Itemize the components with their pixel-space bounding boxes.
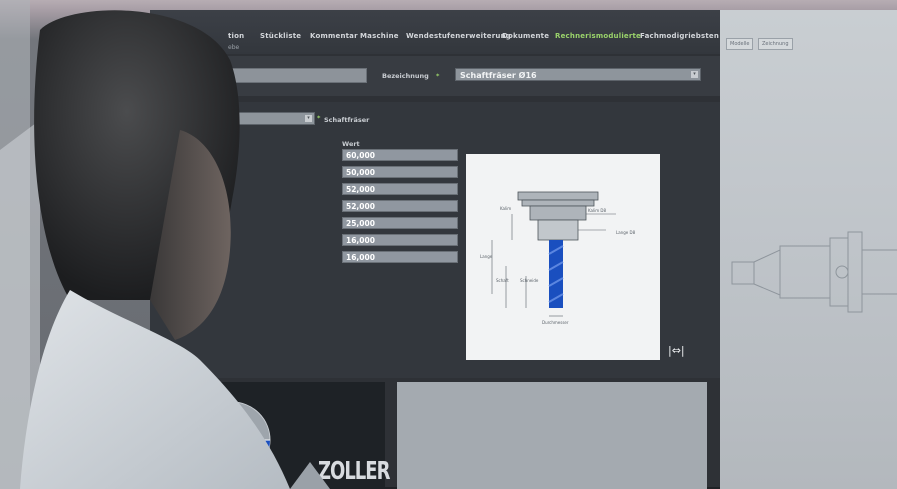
holder-nose [537, 219, 579, 241]
end-mill-drawing: Kalim Kalim D8 Lange D8 Lange Schaft Sch… [480, 191, 636, 325]
menu-subline: ebe [228, 44, 240, 51]
param-value-field[interactable]: 25,000 [342, 217, 458, 229]
menu-bar: tion Stückliste Kommentar Maschine Wende… [150, 10, 720, 54]
type-select[interactable]: ▾ [205, 112, 315, 125]
required-marker: * [436, 72, 440, 80]
label-kalim-d8: Kalim D8 [588, 208, 606, 213]
designation-label: Bezeichnung [382, 72, 429, 80]
type-label: Schaftfräser [324, 116, 370, 124]
tool-holder-outline [731, 231, 897, 313]
tab-further[interactable]: Fachmodigriebsten [640, 32, 719, 44]
monitor-screen: tion Stückliste Kommentar Maschine Wende… [150, 10, 897, 489]
tab-documents[interactable]: Dokumente [502, 32, 549, 44]
param-value-field[interactable]: 60,000 [342, 149, 458, 161]
value-column-header: Wert [342, 140, 360, 148]
chevron-down-icon[interactable]: ▾ [691, 71, 698, 78]
label-shank: Schaft [496, 278, 509, 283]
model-preview-panel: Modelle Zeichnung [720, 10, 897, 489]
holder-flange [517, 191, 599, 201]
tab-extension[interactable]: Wendestufenerweiterung [406, 32, 511, 44]
label-diameter: Durchmesser [542, 320, 569, 325]
chevron-down-icon[interactable]: ▾ [305, 115, 312, 122]
designation-value: Schaftfräser Ø16 [460, 71, 537, 80]
label-cutting-edge: Schneide [520, 278, 539, 283]
param-value-field[interactable]: 52,000 [342, 183, 458, 195]
param-value-field[interactable]: 16,000 [342, 251, 458, 263]
label-length-d8: Lange D8 [616, 230, 636, 235]
tab-overview[interactable]: tion [228, 32, 244, 44]
param-value-field[interactable]: 50,000 [342, 166, 458, 178]
parameter-panel: ▾ * Schaftfräser Wert 60,000 50,000 52,0… [150, 102, 720, 378]
tool-schematic: Kalim Kalim D8 Lange D8 Lange Schaft Sch… [466, 154, 660, 360]
tab-calculated-model[interactable]: Rechnerismodulierte [555, 32, 641, 44]
tab-comment[interactable]: Kommentar [310, 32, 358, 44]
zoller-logo: ZOLLER [318, 455, 390, 485]
label-kalim: Kalim [500, 206, 511, 211]
label-length: Lange [480, 254, 493, 259]
preview-area [397, 382, 707, 489]
designation-select[interactable]: Schaftfräser Ø16 ▾ [455, 68, 701, 81]
param-value-field[interactable]: 52,000 [342, 200, 458, 212]
holder-ring [521, 199, 595, 207]
name-input[interactable] [220, 68, 367, 83]
tab-machine[interactable]: Maschine [360, 32, 399, 44]
required-marker: * [317, 114, 321, 122]
holder-body [529, 205, 587, 221]
designation-row: Bezeichnung * Schaftfräser Ø16 ▾ [150, 56, 720, 96]
tab-parts-list[interactable]: Stückliste [260, 32, 301, 44]
dimension-toggle-icon[interactable]: |⇔| [668, 344, 685, 357]
param-value-field[interactable]: 16,000 [342, 234, 458, 246]
pie-logo-icon [193, 401, 271, 479]
